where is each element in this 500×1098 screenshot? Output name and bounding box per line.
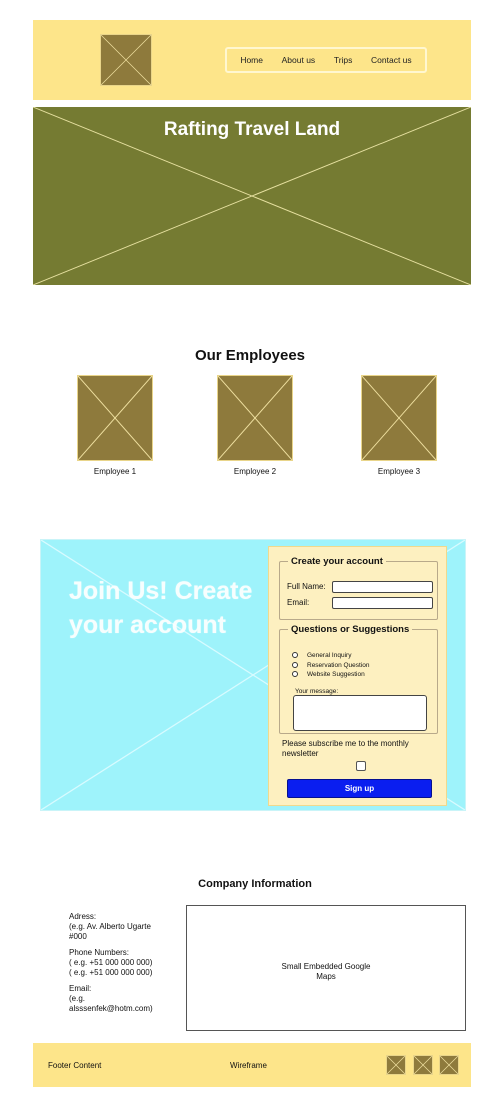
phone-label: Phone Numbers:: [69, 948, 130, 957]
message-label: Your message:: [295, 688, 339, 695]
nav-link-home[interactable]: Home: [240, 55, 263, 65]
radio-button[interactable]: [292, 652, 298, 658]
signup-button[interactable]: Sign up: [287, 779, 432, 798]
address-value: (e.g. Av. Alberto Ugarte #000: [69, 922, 151, 941]
employee-card-2: Employee 2: [217, 375, 293, 476]
employee-card-3: Employee 3: [361, 375, 437, 476]
contact-details: Adress: (e.g. Av. Alberto Ugarte #000 Ph…: [69, 912, 169, 1020]
phone-value-1: ( e.g. +51 000 000 000): [69, 958, 153, 967]
employee-photo-placeholder: [77, 375, 153, 461]
nav-link-trips[interactable]: Trips: [334, 55, 353, 65]
full-name-input[interactable]: [332, 581, 433, 593]
address-label: Adress:: [69, 912, 97, 921]
header: Home About us Trips Contact us: [33, 20, 471, 100]
social-icon-placeholder-3[interactable]: [439, 1055, 459, 1075]
account-fieldset: Create your account Full Name: Email:: [279, 556, 438, 620]
phone-value-2: ( e.g. +51 000 000 000): [69, 968, 153, 977]
questions-legend: Questions or Suggestions: [291, 624, 410, 635]
map-embed-placeholder[interactable]: Small Embedded Google Maps: [186, 905, 466, 1031]
radio-label: Website Suggestion: [307, 671, 365, 678]
email-contact-value: (e.g. alsssenfek@hotm.com): [69, 994, 153, 1013]
employees-title: Our Employees: [194, 347, 306, 364]
email-input[interactable]: [332, 597, 433, 609]
radio-label: Reservation Question: [307, 662, 370, 669]
email-label: Email:: [287, 598, 310, 607]
hero-banner: Rafting Travel Land: [33, 107, 471, 285]
employee-card-1: Employee 1: [77, 375, 153, 476]
questions-fieldset: Questions or Suggestions General Inquiry…: [279, 624, 438, 734]
footer: Footer Content Wireframe: [33, 1043, 471, 1087]
subscribe-checkbox[interactable]: [356, 761, 366, 771]
employee-name: Employee 2: [233, 467, 277, 476]
footer-wireframe-text: Wireframe: [230, 1061, 267, 1070]
employee-photo-placeholder: [217, 375, 293, 461]
subscribe-label: Please subscribe me to the monthly newsl…: [282, 739, 409, 758]
full-name-label: Full Name:: [287, 582, 326, 591]
nav-link-about-us[interactable]: About us: [282, 55, 316, 65]
social-icon-placeholder-1[interactable]: [386, 1055, 406, 1075]
radio-button[interactable]: [292, 662, 298, 668]
map-placeholder-text: Small Embedded Google Maps: [281, 962, 371, 981]
employee-photo-placeholder: [361, 375, 437, 461]
company-info-title: Company Information: [198, 878, 312, 890]
nav-link-contact-us[interactable]: Contact us: [371, 55, 412, 65]
message-textarea[interactable]: [293, 695, 427, 731]
logo-placeholder-image[interactable]: [100, 34, 152, 86]
social-icon-placeholder-2[interactable]: [413, 1055, 433, 1075]
radio-button[interactable]: [292, 671, 298, 677]
account-legend: Create your account: [291, 556, 383, 567]
email-contact-label: Email:: [69, 984, 92, 993]
join-title: Join Us! Create your account: [69, 577, 253, 639]
radio-label: General Inquiry: [307, 652, 352, 659]
signup-form: Create your account Full Name: Email: Qu…: [268, 546, 447, 806]
employee-name: Employee 1: [93, 467, 137, 476]
footer-content-text: Footer Content: [48, 1061, 102, 1070]
employee-name: Employee 3: [377, 467, 421, 476]
main-nav: Home About us Trips Contact us: [225, 47, 427, 73]
hero-title: Rafting Travel Land: [163, 119, 341, 140]
